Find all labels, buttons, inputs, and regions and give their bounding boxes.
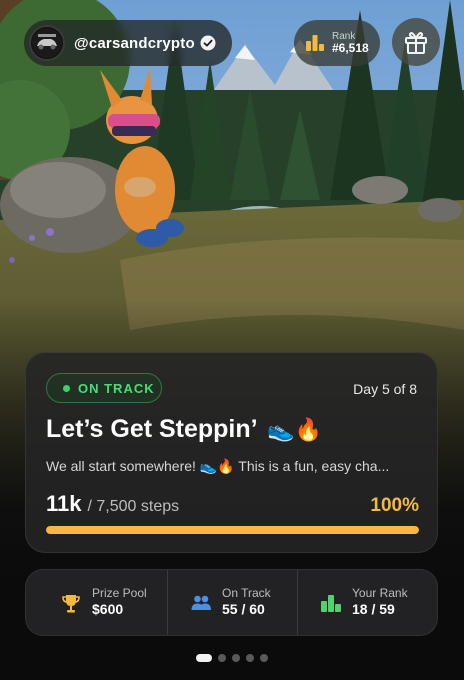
page-dot[interactable]: [218, 654, 226, 662]
progress-bar-fill: [46, 526, 419, 534]
people-icon: [191, 595, 211, 610]
steps-goal: / 7,500 steps: [87, 498, 180, 515]
page-dot[interactable]: [232, 654, 240, 662]
page-dot[interactable]: [196, 654, 212, 662]
rank-value: #6,518: [332, 40, 369, 55]
trophy-icon: [62, 594, 80, 612]
cars-and-crypto-logo: [32, 28, 62, 58]
stat-label: Your Rank: [352, 586, 408, 601]
podium-icon: [321, 594, 341, 612]
gift-button[interactable]: [392, 18, 440, 66]
stat-on-track[interactable]: On Track 55 / 60: [167, 570, 297, 635]
status-dot-icon: [63, 384, 70, 392]
stat-label: On Track: [222, 586, 271, 601]
steps-row: 11k / 7,500 steps 100%: [46, 491, 419, 517]
stat-your-rank[interactable]: Your Rank 18 / 59: [297, 570, 437, 635]
avatar[interactable]: [29, 25, 65, 61]
rank-bar-chart-icon: [306, 35, 324, 51]
stats-bar: Prize Pool $600 On Track 55 / 60 Your Ra…: [25, 569, 438, 636]
page-dot[interactable]: [260, 654, 268, 662]
profile-pill[interactable]: @carsandcrypto: [24, 20, 232, 66]
challenge-title-text: Let’s Get Steppin’: [46, 415, 257, 443]
challenge-title: Let’s Get Steppin’ 👟🔥: [46, 415, 322, 444]
challenge-title-emoji: 👟🔥: [267, 417, 322, 442]
stat-value: 18 / 59: [352, 601, 395, 618]
progress-percent: 100%: [370, 495, 419, 516]
challenge-card[interactable]: ON TRACK Day 5 of 8 Let’s Get Steppin’ 👟…: [25, 352, 438, 553]
rank-pill[interactable]: Rank #6,518: [294, 20, 380, 66]
status-badge: ON TRACK: [46, 373, 162, 403]
steps-value: 11k: [46, 491, 82, 516]
page-dot[interactable]: [246, 654, 254, 662]
stat-label: Prize Pool: [92, 586, 147, 601]
verified-badge-icon: [200, 35, 216, 51]
challenge-description: We all start somewhere! 👟🔥 This is a fun…: [46, 458, 390, 474]
username: @carsandcrypto: [74, 34, 195, 52]
stat-value: 55 / 60: [222, 601, 265, 618]
stat-prize-pool[interactable]: Prize Pool $600: [26, 570, 167, 635]
progress-bar: [46, 526, 419, 534]
gift-icon: [405, 32, 427, 54]
stat-value: $600: [92, 601, 124, 618]
status-text: ON TRACK: [78, 380, 155, 396]
challenge-day: Day 5 of 8: [353, 381, 417, 397]
page-indicator: [0, 654, 464, 662]
